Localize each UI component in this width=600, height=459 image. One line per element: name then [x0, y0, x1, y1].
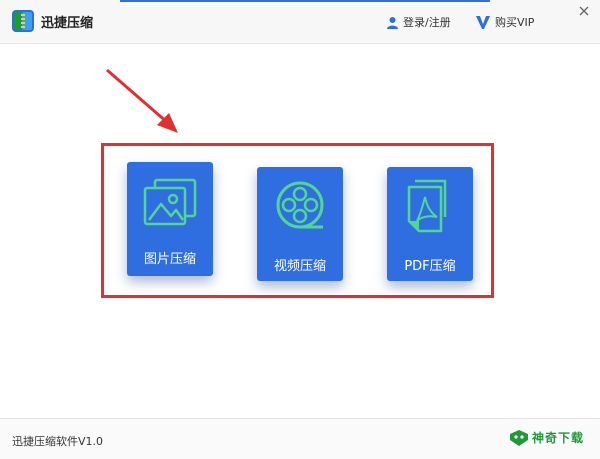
login-register-label: 登录/注册	[403, 16, 451, 29]
film-reel-icon	[276, 181, 324, 229]
title-bar: 迅捷压缩 登录/注册 购买VIP	[0, 0, 600, 44]
pdf-document-icon	[407, 179, 447, 233]
watermark-text: 神奇下载	[532, 431, 585, 445]
app-logo-icon	[12, 10, 34, 32]
status-bar: 迅捷压缩软件V1.0 神奇下载	[0, 418, 600, 459]
login-register-button[interactable]: 登录/注册	[386, 14, 451, 30]
title-bar-accent	[120, 0, 490, 2]
app-title: 迅捷压缩	[41, 16, 94, 31]
watermark-logo-icon	[510, 429, 528, 446]
pdf-compress-label: PDF压缩	[404, 259, 456, 274]
buy-vip-button[interactable]: 购买VIP	[476, 14, 534, 30]
image-icon	[143, 178, 197, 226]
video-compress-label: 视频压缩	[273, 259, 326, 274]
version-label: 迅捷压缩软件V1.0	[12, 435, 104, 448]
pdf-compress-card[interactable]: PDF压缩	[387, 167, 473, 281]
image-compress-card[interactable]: 图片压缩	[127, 162, 213, 276]
watermark: 神奇下载	[510, 429, 584, 446]
buy-vip-label: 购买VIP	[495, 16, 535, 29]
video-compress-card[interactable]: 视频压缩	[257, 167, 343, 281]
close-icon[interactable]	[574, 3, 594, 19]
vip-icon	[476, 15, 490, 29]
image-compress-label: 图片压缩	[143, 252, 196, 267]
user-icon	[387, 16, 398, 29]
